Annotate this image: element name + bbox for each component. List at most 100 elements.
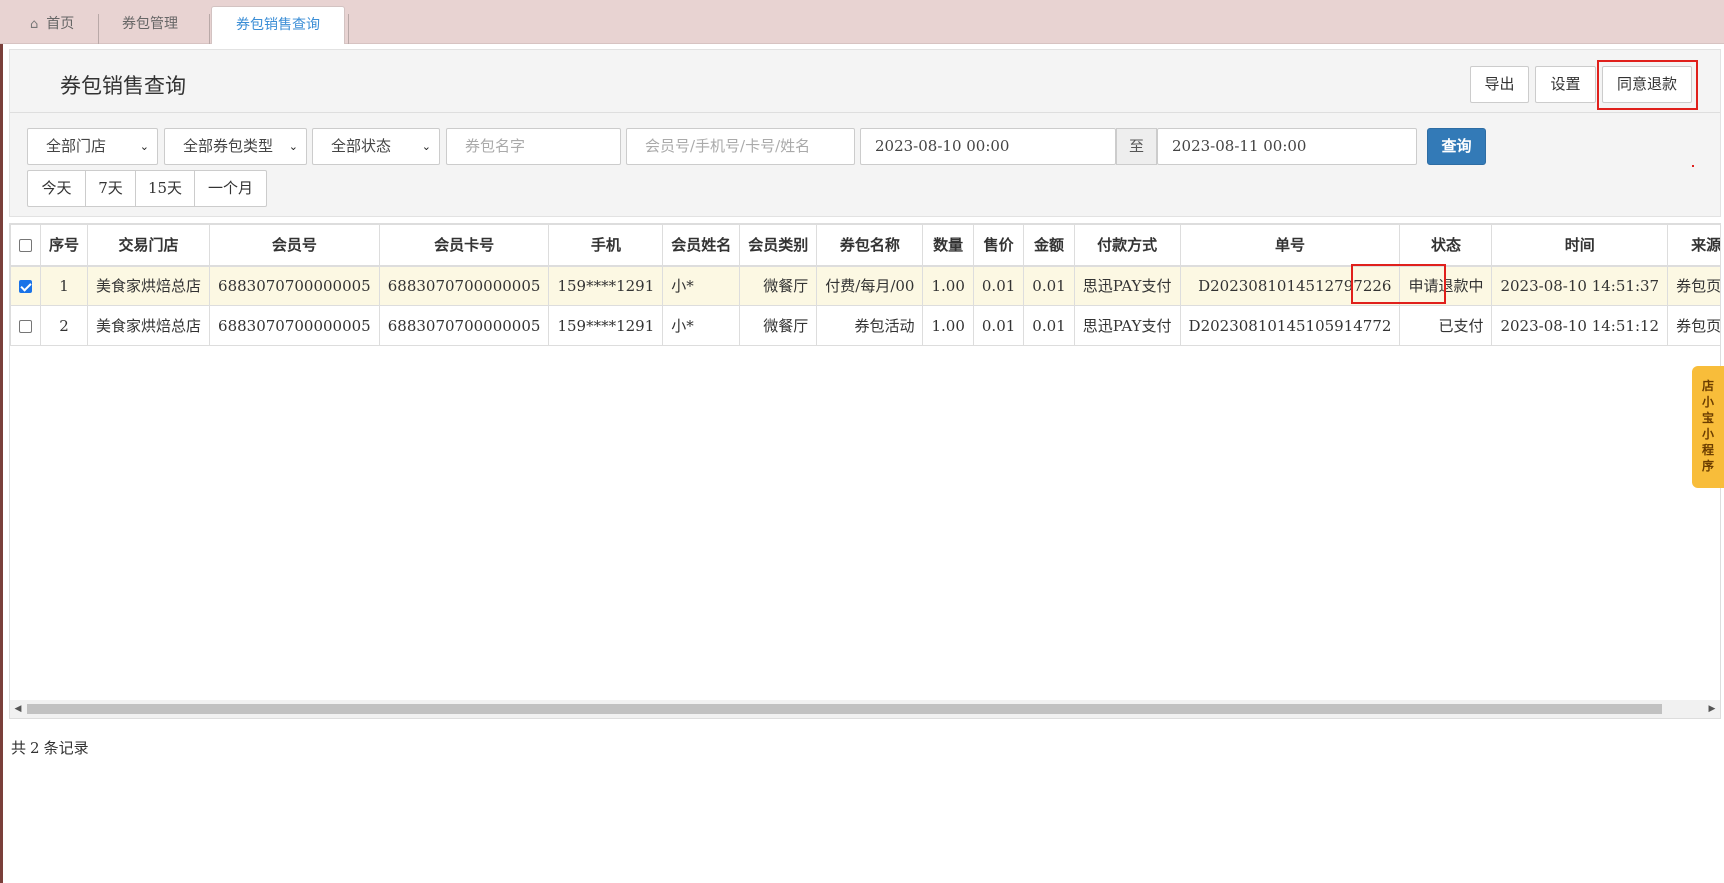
column-header: 金额 xyxy=(1023,224,1075,267)
member-search-input[interactable]: 会员号/手机号/卡号/姓名 xyxy=(626,128,855,165)
cell-time: 2023-08-10 14:51:12 xyxy=(1491,305,1669,346)
range-today-button[interactable]: 今天 xyxy=(27,170,86,207)
cell-price: 0.01 xyxy=(972,305,1025,346)
column-header: 时间 xyxy=(1491,224,1669,267)
cell-member-no: 6883070700000005 xyxy=(209,305,380,346)
column-header: 状态 xyxy=(1399,224,1493,267)
scrollbar-thumb[interactable] xyxy=(27,704,1662,714)
date-to-input[interactable]: 2023-08-11 00:00 xyxy=(1157,128,1417,165)
row-select-cell[interactable] xyxy=(10,305,41,346)
sales-table: 序号 交易门店 会员号 会员卡号 手机 会员姓名 会员类别 券包名称 数量 售价… xyxy=(10,224,1720,346)
cell-order-no: D2023081014512797226 xyxy=(1179,265,1401,306)
store-select[interactable]: 全部门店 ⌄ xyxy=(27,128,158,165)
cell-status: 已支付 xyxy=(1399,305,1493,346)
cell-member-no: 6883070700000005 xyxy=(209,265,380,306)
cell-coupon-name: 券包活动 xyxy=(816,305,924,346)
coupon-type-select[interactable]: 全部券包类型 ⌄ xyxy=(164,128,307,165)
cell-status: 申请退款中 xyxy=(1399,265,1493,306)
range-7days-button[interactable]: 7天 xyxy=(85,170,136,207)
cell-category: 微餐厅 xyxy=(739,265,818,306)
tab-coupon-sales-query-label: 券包销售查询 xyxy=(236,17,320,33)
scroll-left-icon[interactable]: ◀ xyxy=(10,700,26,718)
export-button[interactable]: 导出 xyxy=(1470,66,1529,103)
cell-category: 微餐厅 xyxy=(739,305,818,346)
chevron-down-icon: ⌄ xyxy=(421,140,431,153)
widget-char: 小 xyxy=(1701,427,1714,441)
widget-char: 小 xyxy=(1701,395,1714,409)
column-header: 交易门店 xyxy=(87,224,211,267)
table-row[interactable]: 2 美食家烘焙总店 6883070700000005 6883070700000… xyxy=(10,305,1720,346)
row-select-cell[interactable] xyxy=(10,265,41,306)
status-select[interactable]: 全部状态 ⌄ xyxy=(312,128,440,165)
widget-char: 序 xyxy=(1701,459,1714,473)
tab-home-label: 首页 xyxy=(46,16,75,32)
agree-refund-button[interactable]: 同意退款 xyxy=(1602,66,1692,103)
coupon-name-input[interactable]: 券包名字 xyxy=(446,128,621,165)
cell-card-no: 6883070700000005 xyxy=(378,305,550,346)
cell-phone: 159****1291 xyxy=(548,305,664,346)
cell-amount: 0.01 xyxy=(1023,265,1075,306)
cell-name: 小* xyxy=(662,305,741,346)
cell-qty: 1.00 xyxy=(922,265,974,306)
widget-char: 店 xyxy=(1701,379,1714,393)
record-count-suffix: 条记录 xyxy=(43,739,89,757)
sales-table-container: 序号 交易门店 会员号 会员卡号 手机 会员姓名 会员类别 券包名称 数量 售价… xyxy=(9,223,1721,719)
range-15days-button[interactable]: 15天 xyxy=(135,170,195,207)
tab-divider xyxy=(98,14,99,44)
record-count: 共 2 条记录 xyxy=(11,737,89,758)
column-header: 券包名称 xyxy=(816,224,924,267)
cell-source: 券包页面 xyxy=(1667,305,1720,346)
tab-divider xyxy=(348,14,349,44)
date-range-separator: 至 xyxy=(1116,128,1157,165)
horizontal-scrollbar[interactable]: ◀ ▶ xyxy=(10,700,1720,718)
cell-pay-method: 思迅PAY支付 xyxy=(1073,305,1181,346)
column-header: 售价 xyxy=(972,224,1025,267)
cell-phone: 159****1291 xyxy=(548,265,664,306)
cell-name: 小* xyxy=(662,265,741,306)
mini-program-widget[interactable]: 店 小 宝 小 程 序 xyxy=(1692,366,1724,488)
select-all-checkbox[interactable] xyxy=(19,239,32,253)
select-all-cell[interactable] xyxy=(10,224,41,267)
scroll-right-icon[interactable]: ▶ xyxy=(1704,700,1720,718)
tab-divider xyxy=(209,14,210,44)
cell-time: 2023-08-10 14:51:37 xyxy=(1491,265,1669,306)
home-icon: ⌂ xyxy=(30,17,39,32)
cell-card-no: 6883070700000005 xyxy=(378,265,550,306)
divider xyxy=(10,112,1720,113)
table-header-row: 序号 交易门店 会员号 会员卡号 手机 会员姓名 会员类别 券包名称 数量 售价… xyxy=(10,224,1720,267)
tab-home[interactable]: ⌂ 首页 xyxy=(8,6,96,44)
coupon-type-select-value: 全部券包类型 xyxy=(183,137,274,155)
tab-coupon-management-label: 券包管理 xyxy=(122,16,178,32)
cell-order-no: D20230810145105914772 xyxy=(1179,305,1401,346)
widget-char: 宝 xyxy=(1701,411,1714,425)
cell-seq: 1 xyxy=(39,265,89,306)
table-row[interactable]: 1 美食家烘焙总店 6883070700000005 6883070700000… xyxy=(10,265,1720,306)
quick-range-group: 今天 7天 15天 一个月 xyxy=(27,170,267,207)
range-month-button[interactable]: 一个月 xyxy=(194,170,267,207)
column-header: 会员号 xyxy=(209,224,380,267)
cell-pay-method: 思迅PAY支付 xyxy=(1073,265,1181,306)
column-header: 会员姓名 xyxy=(662,224,741,267)
column-header: 来源 xyxy=(1667,224,1720,267)
cell-qty: 1.00 xyxy=(922,305,974,346)
annotation-dot xyxy=(1692,165,1694,167)
page-title: 券包销售查询 xyxy=(60,74,186,98)
chevron-down-icon: ⌄ xyxy=(288,140,298,153)
column-header: 数量 xyxy=(922,224,974,267)
row-checkbox[interactable] xyxy=(19,320,32,333)
cell-seq: 2 xyxy=(39,305,89,346)
row-checkbox[interactable] xyxy=(19,280,32,294)
cell-price: 0.01 xyxy=(972,265,1025,306)
left-edge-strip xyxy=(0,0,3,883)
cell-source: 券包页面 xyxy=(1667,265,1720,306)
tab-coupon-management[interactable]: 券包管理 xyxy=(100,6,200,44)
tab-bar: ⌂ 首页 券包管理 券包销售查询 xyxy=(0,0,1724,44)
tab-coupon-sales-query[interactable]: 券包销售查询 xyxy=(211,6,345,44)
query-panel: 券包销售查询 导出 设置 同意退款 全部门店 ⌄ 全部券包类型 ⌄ 全部状态 ⌄… xyxy=(9,49,1721,217)
date-from-input[interactable]: 2023-08-10 00:00 xyxy=(860,128,1116,165)
cell-store: 美食家烘焙总店 xyxy=(87,305,211,346)
status-select-value: 全部状态 xyxy=(331,137,392,155)
settings-button[interactable]: 设置 xyxy=(1535,66,1596,103)
query-button[interactable]: 查询 xyxy=(1427,128,1486,165)
cell-amount: 0.01 xyxy=(1023,305,1075,346)
